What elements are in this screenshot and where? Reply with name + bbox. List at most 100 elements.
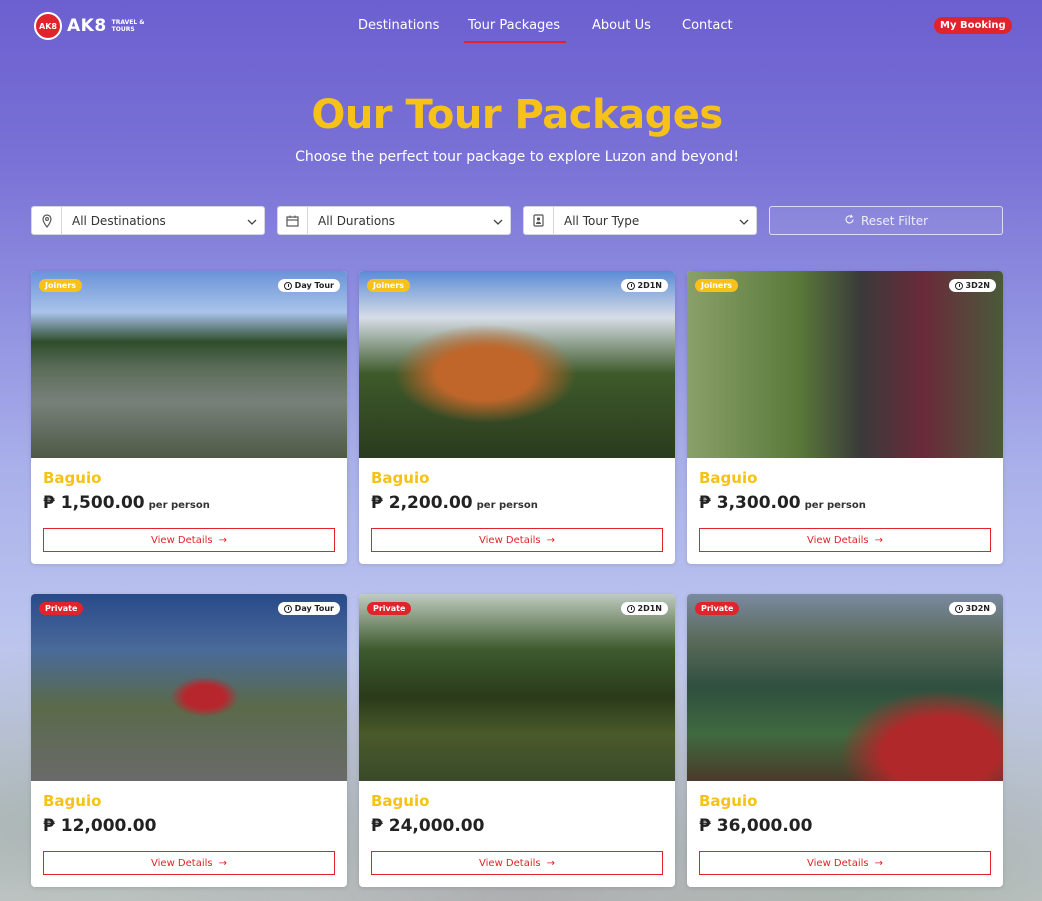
view-details-button[interactable]: View Details → (371, 851, 663, 875)
package-photo (359, 594, 675, 781)
nav-link-about-us[interactable]: About Us (592, 18, 651, 39)
view-details-label: View Details (479, 534, 541, 546)
view-details-label: View Details (807, 857, 869, 869)
package-destination: Baguio (371, 469, 430, 487)
package-photo (31, 594, 347, 781)
price-row: ₱ 2,200.00 per person (371, 493, 538, 513)
view-details-button[interactable]: View Details → (371, 528, 663, 552)
duration-label: 2D1N (637, 604, 662, 613)
nav-link-contact[interactable]: Contact (682, 18, 733, 39)
id-badge-icon (524, 207, 554, 234)
refresh-icon (844, 214, 855, 228)
package-destination: Baguio (699, 792, 758, 810)
duration-badge: Day Tour (277, 602, 340, 615)
tour-package-card[interactable]: Private 3D2N Baguio ₱ 36,000.00 View Det… (687, 594, 1003, 887)
price-unit: per person (148, 500, 210, 511)
duration-label: Day Tour (294, 604, 334, 613)
package-destination: Baguio (43, 469, 102, 487)
tour-type-badge: Joiners (39, 279, 83, 292)
calendar-icon (278, 207, 308, 234)
clock-icon (954, 604, 963, 613)
duration-label: Day Tour (294, 281, 334, 290)
price-row: ₱ 36,000.00 (699, 816, 812, 836)
chevron-down-icon (486, 214, 510, 228)
arrow-right-icon: → (874, 534, 883, 546)
package-photo (359, 271, 675, 458)
view-details-button[interactable]: View Details → (43, 528, 335, 552)
brand-logo[interactable]: AK8 AK8 TRAVEL & TOURS (34, 12, 146, 40)
reset-filter-label: Reset Filter (860, 213, 929, 228)
page-subtitle: Choose the perfect tour package to explo… (295, 149, 739, 165)
arrow-right-icon: → (218, 857, 227, 869)
package-destination: Baguio (371, 792, 430, 810)
brand-tagline: TRAVEL & TOURS (111, 19, 145, 33)
package-photo (31, 271, 347, 458)
tour-package-card[interactable]: Joiners 2D1N Baguio ₱ 2,200.00 per person… (359, 271, 675, 564)
package-photo (687, 594, 1003, 781)
duration-filter-select[interactable]: All Durations (277, 206, 511, 235)
view-details-button[interactable]: View Details → (699, 528, 991, 552)
chevron-down-icon (732, 214, 756, 228)
my-booking-button[interactable]: My Booking (934, 17, 1012, 34)
package-destination: Baguio (43, 792, 102, 810)
view-details-label: View Details (479, 857, 541, 869)
package-price: ₱ 24,000.00 (371, 816, 485, 836)
price-row: ₱ 24,000.00 (371, 816, 484, 836)
tour-type-filter-select[interactable]: All Tour Type (523, 206, 757, 235)
clock-icon (626, 281, 635, 290)
tour-type-badge: Private (367, 602, 412, 615)
package-price: ₱ 2,200.00 (371, 493, 473, 513)
arrow-right-icon: → (874, 857, 883, 869)
destination-filter-select[interactable]: All Destinations (31, 206, 265, 235)
view-details-label: View Details (151, 857, 213, 869)
clock-icon (954, 281, 963, 290)
package-destination: Baguio (699, 469, 758, 487)
clock-icon (626, 604, 635, 613)
page-title: Our Tour Packages (311, 92, 723, 138)
duration-label: 2D1N (637, 281, 662, 290)
tour-type-filter-value: All Tour Type (564, 213, 640, 228)
destination-filter-value: All Destinations (72, 213, 166, 228)
reset-filter-button[interactable]: Reset Filter (769, 206, 1003, 235)
duration-badge: 2D1N (620, 602, 668, 615)
map-pin-icon (32, 207, 62, 234)
tour-type-badge: Joiners (695, 279, 739, 292)
tour-package-card[interactable]: Joiners 3D2N Baguio ₱ 3,300.00 per person… (687, 271, 1003, 564)
brand-name: AK8 (67, 16, 107, 36)
chevron-down-icon (240, 214, 264, 228)
tour-package-card[interactable]: Private 2D1N Baguio ₱ 24,000.00 View Det… (359, 594, 675, 887)
package-photo (687, 271, 1003, 458)
duration-badge: 3D2N (948, 602, 996, 615)
tour-type-badge: Joiners (367, 279, 411, 292)
tour-package-card[interactable]: Joiners Day Tour Baguio ₱ 1,500.00 per pe… (31, 271, 347, 564)
package-price: ₱ 36,000.00 (699, 816, 813, 836)
duration-badge: 3D2N (948, 279, 996, 292)
price-row: ₱ 1,500.00 per person (43, 493, 210, 513)
clock-icon (283, 604, 292, 613)
duration-label: 3D2N (965, 604, 990, 613)
tour-type-badge: Private (39, 602, 84, 615)
duration-label: 3D2N (965, 281, 990, 290)
view-details-button[interactable]: View Details → (43, 851, 335, 875)
view-details-label: View Details (807, 534, 869, 546)
package-price: ₱ 3,300.00 (699, 493, 801, 513)
tour-package-card[interactable]: Private Day Tour Baguio ₱ 12,000.00 View… (31, 594, 347, 887)
logo-mark: AK8 (34, 12, 62, 40)
view-details-label: View Details (151, 534, 213, 546)
nav-link-destinations[interactable]: Destinations (358, 18, 439, 39)
price-unit: per person (804, 500, 866, 511)
arrow-right-icon: → (218, 534, 227, 546)
package-price: ₱ 12,000.00 (43, 816, 157, 836)
duration-filter-value: All Durations (318, 213, 396, 228)
price-row: ₱ 3,300.00 per person (699, 493, 866, 513)
arrow-right-icon: → (546, 534, 555, 546)
view-details-button[interactable]: View Details → (699, 851, 991, 875)
nav-link-tour-packages[interactable]: Tour Packages (463, 18, 567, 43)
top-navigation: AK8 AK8 TRAVEL & TOURS Destinations Tour… (0, 0, 1042, 54)
duration-badge: 2D1N (620, 279, 668, 292)
price-unit: per person (476, 500, 538, 511)
arrow-right-icon: → (546, 857, 555, 869)
duration-badge: Day Tour (277, 279, 340, 292)
tour-type-badge: Private (695, 602, 740, 615)
price-row: ₱ 12,000.00 (43, 816, 156, 836)
